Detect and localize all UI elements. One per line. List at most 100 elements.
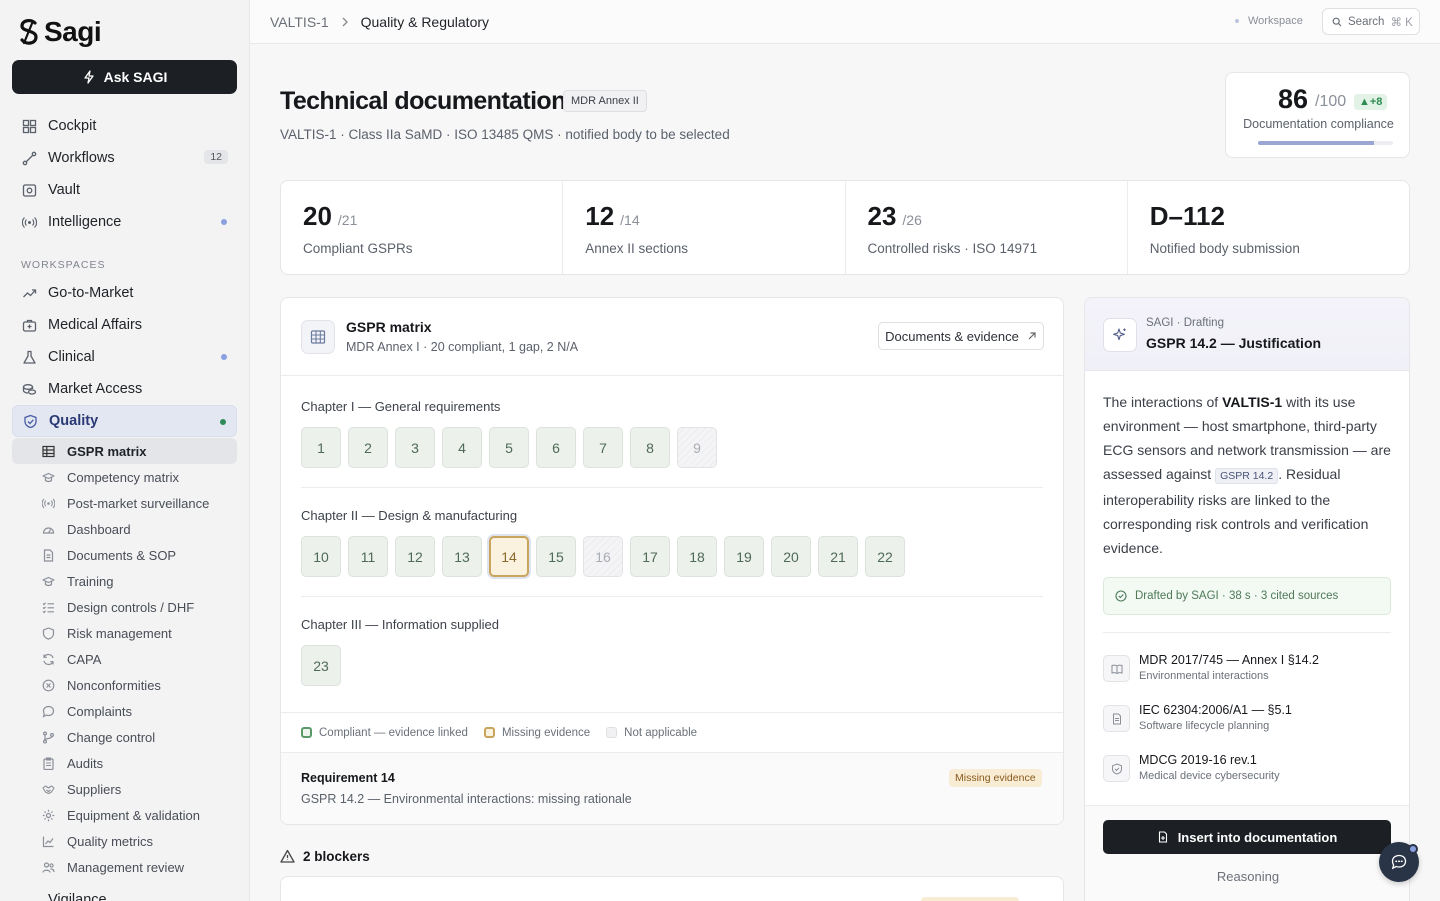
blocker-card[interactable]: [280, 876, 1064, 901]
sub-item-capa[interactable]: CAPA: [12, 646, 237, 672]
source-item[interactable]: MDCG 2019-16 rev.1 Medical device cybers…: [1103, 753, 1393, 787]
workspace-indicator[interactable]: Workspace: [1235, 15, 1303, 27]
status-dot: [220, 419, 226, 425]
search-icon: [1332, 17, 1342, 26]
gspr-cell-1[interactable]: 1: [301, 427, 341, 468]
compliance-score-card[interactable]: 86 /100 ▲+8 Documentation compliance: [1225, 72, 1410, 158]
gspr-cell-18[interactable]: 18: [677, 536, 717, 577]
gspr-cell-8[interactable]: 8: [630, 427, 670, 468]
gspr-cell-7[interactable]: 7: [583, 427, 623, 468]
sub-item-suppliers[interactable]: Suppliers: [12, 776, 237, 802]
source-subtitle: Environmental interactions: [1139, 670, 1269, 682]
nav-item-quality[interactable]: Quality: [12, 405, 237, 437]
branch-icon: [42, 730, 56, 744]
sub-item-nonconformities[interactable]: Nonconformities: [12, 672, 237, 698]
page-title: Technical documentation: [280, 87, 566, 115]
sub-item-dashboard[interactable]: Dashboard: [12, 516, 237, 542]
gspr-cell-21[interactable]: 21: [818, 536, 858, 577]
gspr-cell-13[interactable]: 13: [442, 536, 482, 577]
chat-launcher-button[interactable]: [1379, 842, 1419, 882]
nav-item-workflows[interactable]: Workflows 12: [12, 142, 237, 174]
gspr-cell-16[interactable]: 16: [583, 536, 623, 577]
gspr-cell-10[interactable]: 10: [301, 536, 341, 577]
sub-item-audits[interactable]: Audits: [12, 750, 237, 776]
legend-swatch: [483, 727, 495, 738]
ask-sagi-button[interactable]: Ask SAGI: [12, 60, 237, 94]
gspr-cell-6[interactable]: 6: [536, 427, 576, 468]
gspr-cell-2[interactable]: 2: [348, 427, 388, 468]
gspr-cell-19[interactable]: 19: [724, 536, 764, 577]
gspr-cell-3[interactable]: 3: [395, 427, 435, 468]
sparkle-icon: [1103, 318, 1137, 352]
logo[interactable]: Sagi: [18, 16, 102, 48]
sub-item-management-review[interactable]: Management review: [12, 854, 237, 880]
gspr-cell-4[interactable]: 4: [442, 427, 482, 468]
sub-item-gspr-matrix[interactable]: GSPR matrix: [12, 438, 237, 464]
nav-label: Vault: [48, 182, 80, 198]
nav-item-cockpit[interactable]: Cockpit: [12, 110, 237, 142]
eye-icon: [21, 892, 38, 901]
sub-item-change-control[interactable]: Change control: [12, 724, 237, 750]
book-icon: [1103, 655, 1130, 682]
stat-controlled-risks[interactable]: 23/26 Controlled risks · ISO 14971: [846, 181, 1128, 274]
stat-value: 23: [867, 201, 897, 231]
breadcrumb-project[interactable]: VALTIS-1: [270, 14, 329, 30]
sub-item-risk-management[interactable]: Risk management: [12, 620, 237, 646]
gspr-cell-17[interactable]: 17: [630, 536, 670, 577]
sub-label: Equipment & validation: [67, 807, 200, 823]
gspr-cell-22[interactable]: 22: [865, 536, 905, 577]
sub-item-documents-sop[interactable]: Documents & SOP: [12, 542, 237, 568]
reasoning-toggle[interactable]: Reasoning: [1085, 869, 1409, 884]
nav-item-medical-affairs[interactable]: Medical Affairs: [12, 309, 237, 341]
drafting-title: GSPR 14.2 — Justification: [1146, 335, 1322, 351]
stat-notified-body[interactable]: D–112 Notified body submission: [1128, 181, 1409, 274]
selected-requirement[interactable]: Requirement 14 GSPR 14.2 — Environmental…: [281, 753, 1063, 824]
sub-item-training[interactable]: Training: [12, 568, 237, 594]
source-item[interactable]: IEC 62304:2006/A1 — §5.1 Software lifecy…: [1103, 703, 1393, 737]
sub-item-post-market-surveillance[interactable]: Post-market surveillance: [12, 490, 237, 516]
sub-item-equipment-validation[interactable]: Equipment & validation: [12, 802, 237, 828]
nav-item-vault[interactable]: Vault: [12, 174, 237, 206]
gspr-cell-15[interactable]: 15: [536, 536, 576, 577]
nav-item-go-to-market[interactable]: Go-to-Market: [12, 277, 237, 309]
gspr-cell-20[interactable]: 20: [771, 536, 811, 577]
nav-item-market-access[interactable]: Market Access: [12, 373, 237, 405]
gspr-cell-11[interactable]: 11: [348, 536, 388, 577]
sub-item-design-controls[interactable]: Design controls / DHF: [12, 594, 237, 620]
divider: [301, 596, 1043, 597]
gspr-cell-9[interactable]: 9: [677, 427, 717, 468]
drafting-footer: Insert into documentation Reasoning: [1085, 805, 1409, 901]
blockers-heading[interactable]: 2 blockers: [280, 849, 370, 864]
gspr-cell-12[interactable]: 12: [395, 536, 435, 577]
gspr-cell-23[interactable]: 23: [301, 645, 341, 686]
insert-into-documentation-button[interactable]: Insert into documentation: [1103, 820, 1391, 854]
page-subtitle: VALTIS-1 · Class IIa SaMD · ISO 13485 QM…: [280, 127, 730, 142]
graduation-icon: [42, 574, 56, 588]
nav-item-vigilance[interactable]: Vigilance: [12, 890, 107, 901]
gspr-cell-14[interactable]: 14: [489, 536, 529, 577]
score-progress-fill: [1258, 141, 1375, 145]
blocker-badge: [921, 897, 1019, 901]
sub-item-competency-matrix[interactable]: Competency matrix: [12, 464, 237, 490]
stat-compliant-gsprs[interactable]: 20/21 Compliant GSPRs: [281, 181, 564, 274]
gspr-reference-chip[interactable]: GSPR 14.2: [1215, 468, 1279, 484]
breadcrumb-current[interactable]: Quality & Regulatory: [361, 14, 489, 30]
sagi-logo-icon: [20, 19, 38, 45]
nav-item-clinical[interactable]: Clinical: [12, 341, 237, 373]
source-item[interactable]: MDR 2017/745 — Annex I §14.2 Environment…: [1103, 653, 1393, 687]
gspr-cell-5[interactable]: 5: [489, 427, 529, 468]
sidebar: Sagi Ask SAGI Cockpit Workflows 12 Vault…: [0, 0, 250, 901]
stat-annex-sections[interactable]: 12/14 Annex II sections: [563, 181, 846, 274]
sub-label: Quality metrics: [67, 833, 153, 849]
gspr-matrix-subtitle: MDR Annex I · 20 compliant, 1 gap, 2 N/A: [346, 340, 579, 354]
legend-label: Compliant — evidence linked: [319, 726, 468, 739]
sub-item-quality-metrics[interactable]: Quality metrics: [12, 828, 237, 854]
nav-item-intelligence[interactable]: Intelligence: [12, 206, 237, 238]
source-subtitle: Software lifecycle planning: [1139, 720, 1270, 732]
sub-item-complaints[interactable]: Complaints: [12, 698, 237, 724]
sub-label: CAPA: [67, 651, 102, 667]
documents-evidence-button[interactable]: Documents & evidence: [878, 322, 1044, 350]
stats-row: 20/21 Compliant GSPRs 12/14 Annex II sec…: [280, 180, 1410, 275]
search-button[interactable]: Search ⌘ K: [1322, 8, 1420, 35]
workflows-count-badge: 12: [204, 150, 228, 164]
